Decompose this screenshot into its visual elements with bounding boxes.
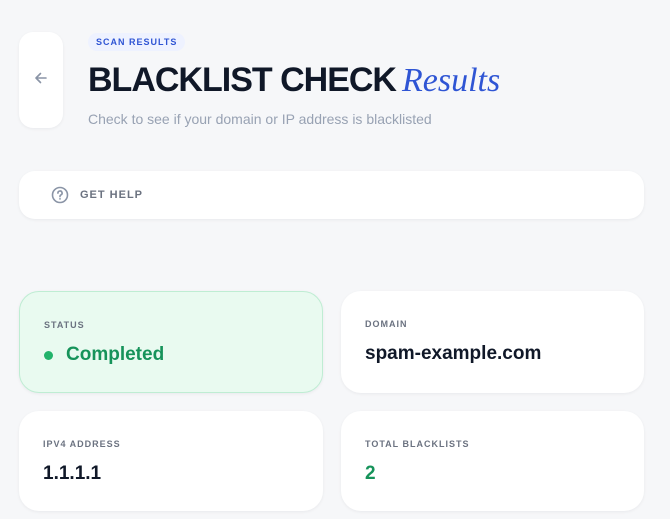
status-dot-icon (44, 350, 53, 360)
ipv4-card: IPV4 ADDRESS 1.1.1.1 (19, 411, 323, 511)
question-circle-icon (51, 186, 69, 204)
domain-value: spam-example.com (365, 343, 542, 364)
back-button[interactable] (19, 32, 63, 128)
page-title-main: BLACKLIST CHECK (88, 61, 397, 99)
total-blacklists-value: 2 (365, 463, 376, 484)
scan-results-badge: SCAN RESULTS (88, 33, 186, 51)
total-blacklists-label: TOTAL BLACKLISTS (365, 439, 470, 449)
status-value-text: Completed (66, 344, 165, 365)
page-subtitle: Check to see if your domain or IP addres… (88, 111, 432, 127)
status-card: STATUS Completed (19, 291, 323, 393)
ipv4-value: 1.1.1.1 (43, 463, 102, 484)
status-label: STATUS (44, 320, 85, 330)
domain-card: DOMAIN spam-example.com (341, 291, 644, 393)
page-title-accent: Results (401, 62, 501, 99)
status-value: Completed (44, 344, 164, 366)
ipv4-label: IPV4 ADDRESS (43, 439, 121, 449)
total-blacklists-card: TOTAL BLACKLISTS 2 (341, 411, 644, 511)
get-help-label: GET HELP (80, 189, 144, 201)
page-title: BLACKLIST CHECK Results (88, 58, 500, 103)
get-help-button[interactable]: GET HELP (19, 171, 644, 219)
domain-label: DOMAIN (365, 319, 408, 329)
arrow-left-icon (33, 70, 49, 91)
